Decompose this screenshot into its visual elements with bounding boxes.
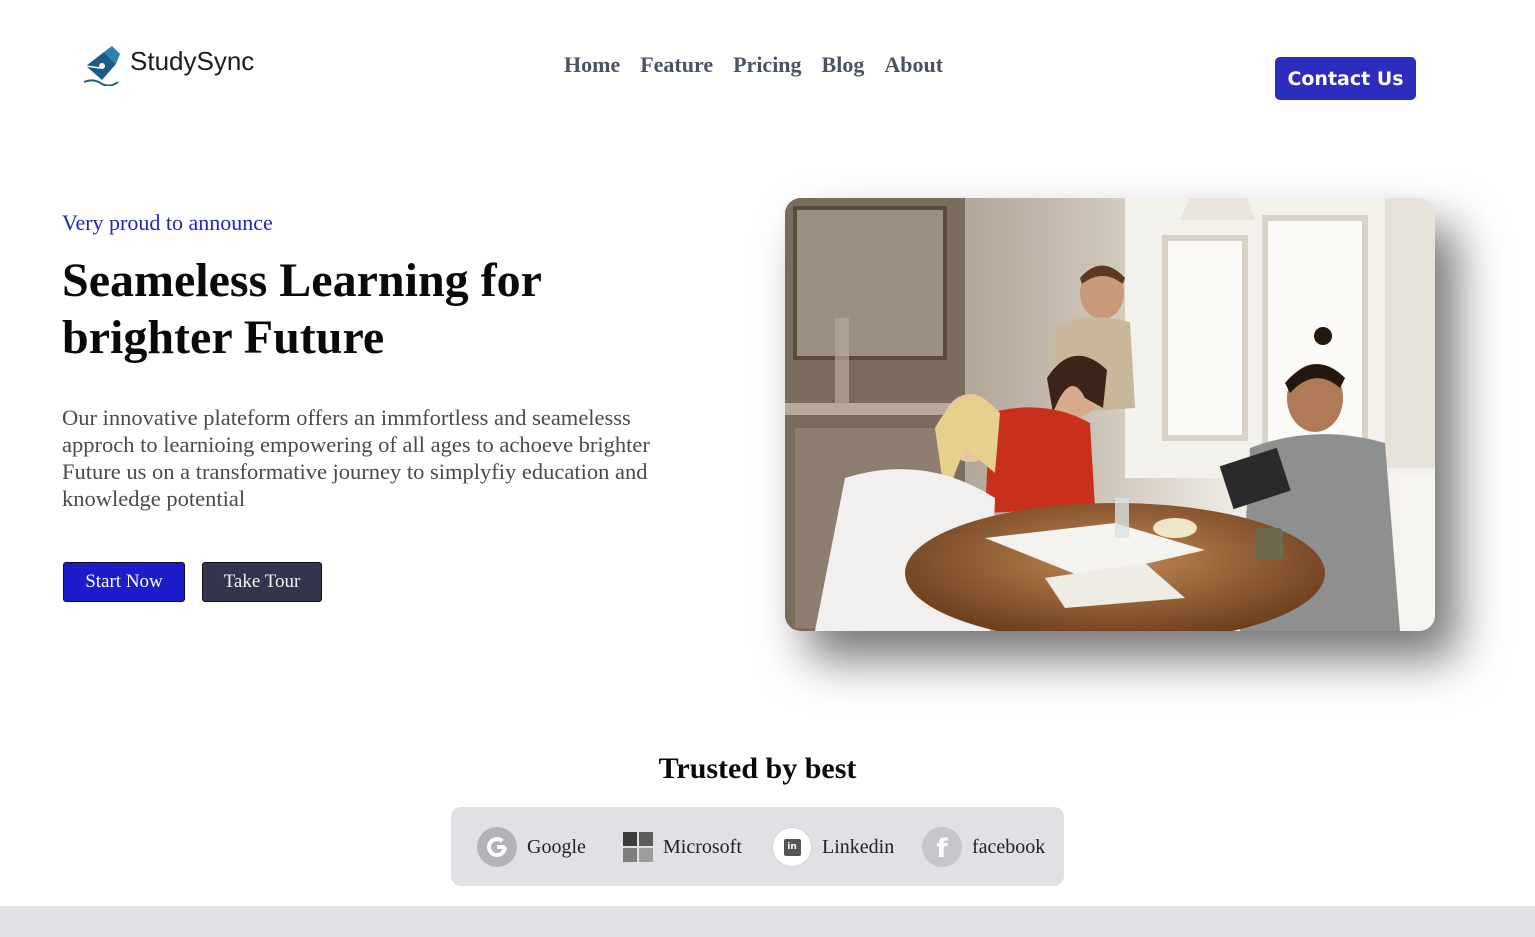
contact-us-button[interactable]: Contact Us [1275, 57, 1416, 100]
trusted-title: Trusted by best [658, 752, 857, 785]
main-nav: Home Feature Pricing Blog About [564, 52, 943, 78]
trusted-logos-bar: Google Microsoft in Linkedin f facebook [451, 807, 1064, 886]
facebook-icon: f [922, 827, 962, 867]
brand-label-microsoft: Microsoft [663, 835, 742, 858]
take-tour-button[interactable]: Take Tour [202, 562, 322, 602]
headline-line-2: brighter Future [62, 311, 385, 364]
nav-link-home[interactable]: Home [564, 52, 620, 78]
linkedin-icon: in [772, 827, 812, 867]
brand-facebook[interactable]: f facebook [922, 827, 1045, 867]
footer-band [0, 906, 1535, 937]
brand-label-google: Google [527, 835, 586, 858]
microsoft-icon [623, 832, 653, 862]
brand-logo[interactable]: StudySync [82, 44, 254, 86]
nav-link-blog[interactable]: Blog [822, 52, 865, 78]
headline-line-1: Seameless Learning for [62, 254, 542, 307]
nav-link-about[interactable]: About [884, 52, 943, 78]
start-now-button[interactable]: Start Now [63, 562, 185, 602]
pen-nib-logo-icon [83, 46, 120, 86]
hero-eyebrow: Very proud to announce [62, 210, 273, 235]
brand-name: StudySync [130, 45, 255, 76]
hero-headline: Seameless Learning for brighter Future [62, 252, 702, 366]
brand-linkedin[interactable]: in Linkedin [772, 827, 894, 867]
brand-google[interactable]: Google [477, 827, 586, 867]
brand-microsoft[interactable]: Microsoft [623, 827, 742, 867]
nav-link-feature[interactable]: Feature [640, 52, 713, 78]
nav-link-pricing[interactable]: Pricing [733, 52, 801, 78]
brand-label-facebook: facebook [972, 835, 1046, 858]
google-icon [477, 827, 517, 867]
students-studying-photo [785, 198, 1435, 631]
brand-label-linkedin: Linkedin [822, 835, 895, 858]
hero-description: Our innovative plateform offers an immfo… [62, 405, 650, 511]
